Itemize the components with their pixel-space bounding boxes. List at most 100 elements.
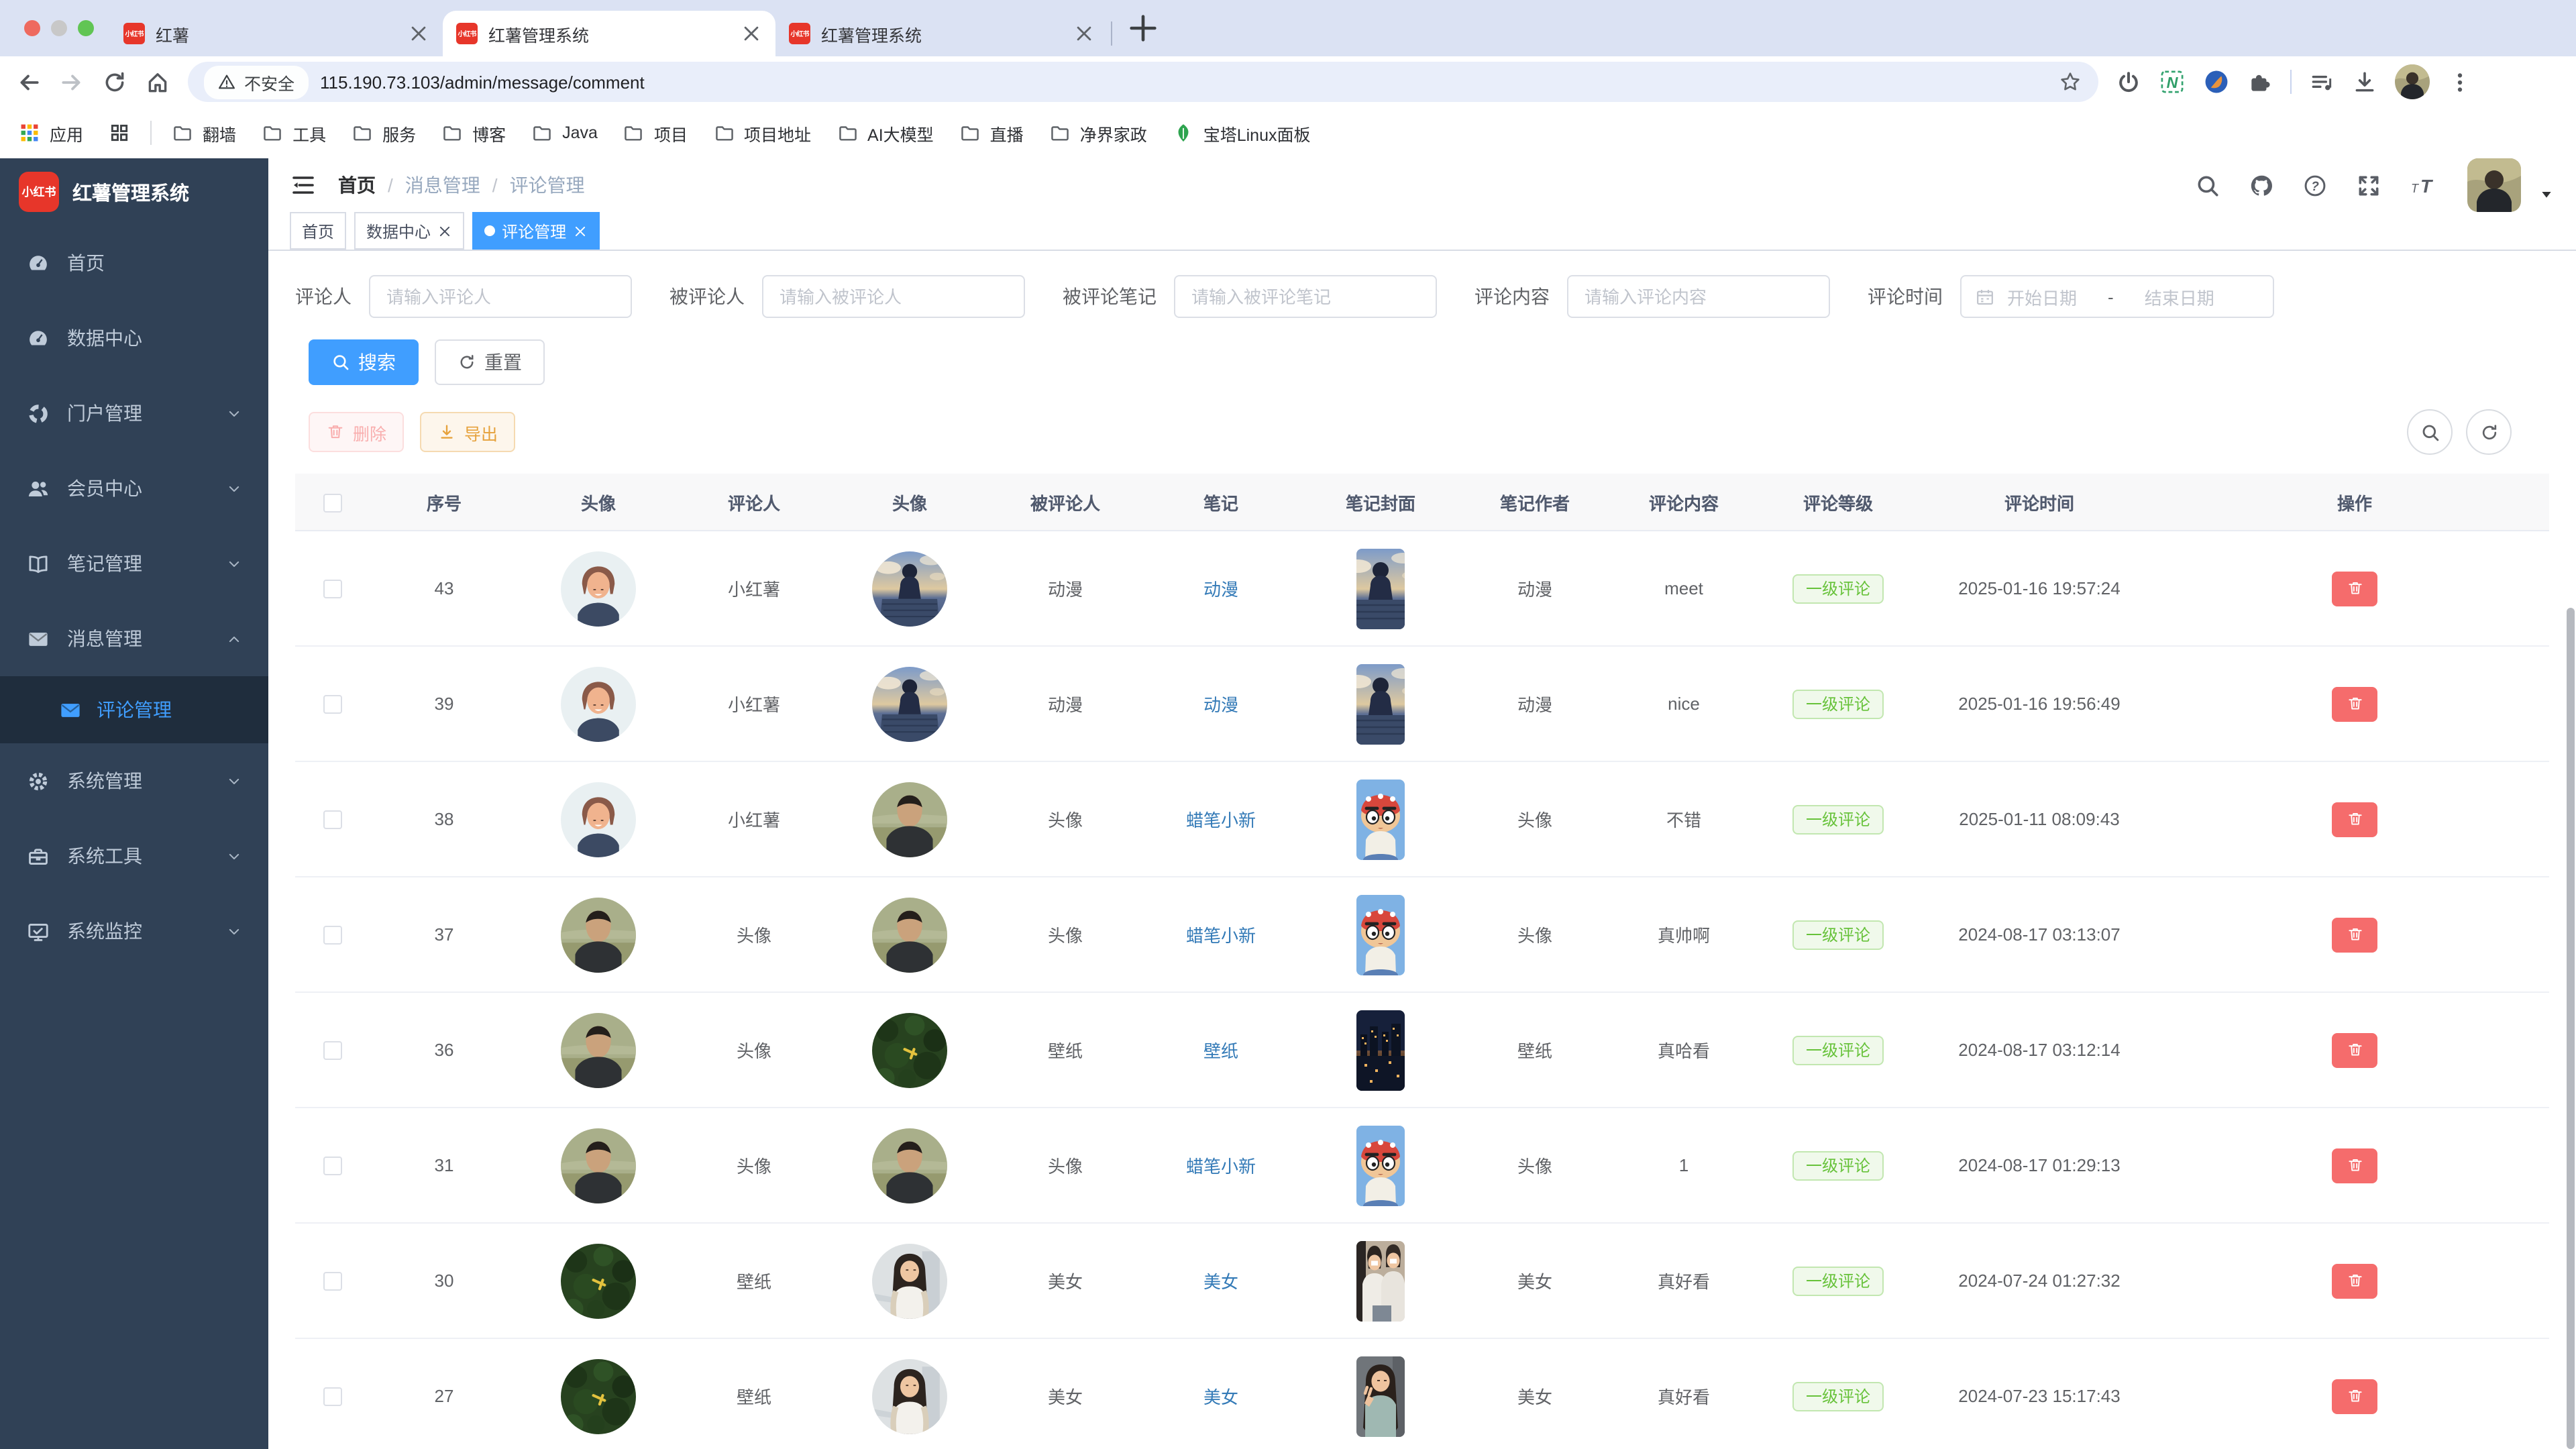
address-bar[interactable]: 不安全 115.190.73.103/admin/message/comment — [188, 62, 2098, 102]
row-checkbox[interactable] — [323, 1157, 342, 1176]
browser-menu-icon[interactable] — [2447, 69, 2473, 95]
browser-tab-2-active[interactable]: 小红书 红薯管理系统 — [443, 11, 775, 56]
content-input[interactable] — [1567, 275, 1830, 318]
tag-close-icon[interactable] — [573, 223, 588, 238]
bookmark-folder[interactable]: 服务 — [352, 120, 416, 146]
sidebar-item[interactable]: 笔记管理 — [0, 526, 268, 601]
security-chip[interactable]: 不安全 — [204, 65, 309, 99]
row-checkbox[interactable] — [323, 1272, 342, 1291]
bookmark-folder[interactable]: Java — [531, 122, 598, 144]
brush-extension-icon[interactable] — [2203, 68, 2230, 95]
tag-close-icon[interactable] — [437, 223, 452, 238]
bookmark-bt-panel[interactable]: 宝塔Linux面板 — [1173, 120, 1311, 146]
sidebar-toggle-icon[interactable] — [290, 172, 317, 199]
date-range-picker[interactable]: 开始日期 - 结束日期 — [1960, 275, 2274, 318]
row-delete-button[interactable] — [2332, 1263, 2377, 1298]
browser-profile-avatar[interactable] — [2395, 64, 2430, 99]
note-link[interactable]: 蜡笔小新 — [1186, 810, 1256, 830]
bookmark-folder[interactable]: 翻墙 — [172, 120, 236, 146]
sidebar-item[interactable]: 评论管理 — [0, 676, 268, 743]
row-checkbox[interactable] — [323, 926, 342, 945]
note-link[interactable]: 动漫 — [1203, 695, 1238, 715]
note-link[interactable]: 美女 — [1203, 1387, 1238, 1407]
user-avatar[interactable] — [2467, 158, 2521, 212]
row-delete-button[interactable] — [2332, 802, 2377, 837]
note-link[interactable]: 蜡笔小新 — [1186, 926, 1256, 946]
bookmark-folder[interactable]: 直播 — [959, 120, 1024, 146]
sidebar-item[interactable]: 门户管理 — [0, 376, 268, 451]
tag-item[interactable]: 数据中心 — [354, 212, 465, 250]
header-search-icon[interactable] — [2195, 172, 2220, 198]
github-icon[interactable] — [2249, 172, 2274, 198]
reload-button[interactable] — [102, 69, 127, 95]
notion-extension-icon[interactable]: N — [2159, 68, 2186, 95]
tag-item[interactable]: 首页 — [290, 212, 347, 250]
home-button[interactable] — [145, 69, 170, 95]
bookmark-folder[interactable]: 项目地址 — [713, 120, 811, 146]
breadcrumb-home[interactable]: 首页 — [338, 172, 376, 199]
help-icon[interactable]: ? — [2302, 172, 2328, 198]
forward-button[interactable] — [59, 69, 85, 95]
sidebar-item[interactable]: 系统工具 — [0, 818, 268, 894]
font-size-icon[interactable]: TT — [2410, 172, 2439, 198]
close-window-button[interactable] — [24, 20, 40, 36]
fullscreen-icon[interactable] — [2356, 172, 2381, 198]
row-delete-button[interactable] — [2332, 1032, 2377, 1067]
row-delete-button[interactable] — [2332, 571, 2377, 606]
note-input[interactable] — [1174, 275, 1437, 318]
apps-bookmark[interactable]: 应用 — [19, 120, 83, 146]
bookmark-star-icon[interactable] — [2058, 70, 2082, 94]
bookmark-folder[interactable]: 净界家政 — [1049, 120, 1147, 146]
breadcrumb-message[interactable]: 消息管理 — [405, 172, 480, 199]
extensions-icon[interactable] — [2247, 69, 2273, 95]
note-link[interactable]: 动漫 — [1203, 580, 1238, 600]
tag-item[interactable]: 评论管理 — [472, 212, 600, 250]
sidebar-item[interactable]: 数据中心 — [0, 301, 268, 376]
note-link[interactable]: 美女 — [1203, 1272, 1238, 1292]
sidebar-item[interactable]: 系统监控 — [0, 894, 268, 969]
toggle-search-button[interactable] — [2407, 409, 2453, 455]
bookmark-folder[interactable]: 工具 — [262, 120, 326, 146]
row-delete-button[interactable] — [2332, 1148, 2377, 1183]
delete-button[interactable]: 删除 — [309, 412, 405, 452]
search-button[interactable]: 搜索 — [309, 339, 419, 385]
minimize-window-button[interactable] — [51, 20, 67, 36]
row-checkbox[interactable] — [323, 580, 342, 599]
refresh-table-button[interactable] — [2466, 409, 2512, 455]
reset-button[interactable]: 重置 — [435, 339, 545, 385]
grid-bookmark[interactable] — [109, 122, 130, 144]
select-all-checkbox[interactable] — [323, 493, 342, 513]
back-button[interactable] — [16, 69, 42, 95]
page-scrollbar[interactable] — [2567, 608, 2575, 1449]
sidebar-item[interactable]: 消息管理 — [0, 601, 268, 676]
media-playlist-icon[interactable] — [2309, 69, 2334, 95]
row-delete-button[interactable] — [2332, 686, 2377, 721]
sidebar-item[interactable]: 会员中心 — [0, 451, 268, 526]
row-checkbox[interactable] — [323, 1387, 342, 1407]
bookmark-folder[interactable]: 博客 — [441, 120, 506, 146]
zoom-window-button[interactable] — [78, 20, 94, 36]
browser-tab-3[interactable]: 小红书 红薯管理系统 — [775, 11, 1108, 56]
bookmark-folder[interactable]: AI大模型 — [837, 120, 934, 146]
note-link[interactable]: 蜡笔小新 — [1186, 1157, 1256, 1177]
power-extension-icon[interactable] — [2116, 69, 2141, 95]
tab-close-icon[interactable] — [408, 23, 429, 44]
app-logo[interactable]: 小红书 红薯管理系统 — [0, 158, 268, 225]
sidebar-item[interactable]: 首页 — [0, 225, 268, 301]
export-button[interactable]: 导出 — [420, 412, 516, 452]
row-checkbox[interactable] — [323, 695, 342, 714]
row-delete-button[interactable] — [2332, 917, 2377, 952]
user-menu-caret-icon[interactable] — [2538, 186, 2555, 203]
row-delete-button[interactable] — [2332, 1379, 2377, 1413]
commentee-input[interactable] — [762, 275, 1025, 318]
tab-close-icon[interactable] — [1073, 23, 1095, 44]
downloads-icon[interactable] — [2352, 69, 2377, 95]
sidebar-item[interactable]: 系统管理 — [0, 743, 268, 818]
tab-close-icon[interactable] — [741, 23, 762, 44]
new-tab-button[interactable] — [1120, 5, 1166, 51]
row-checkbox[interactable] — [323, 810, 342, 830]
note-link[interactable]: 壁纸 — [1203, 1041, 1238, 1061]
bookmark-folder[interactable]: 项目 — [623, 120, 688, 146]
browser-tab-1[interactable]: 小红书 红薯 — [110, 11, 443, 56]
row-checkbox[interactable] — [323, 1041, 342, 1061]
